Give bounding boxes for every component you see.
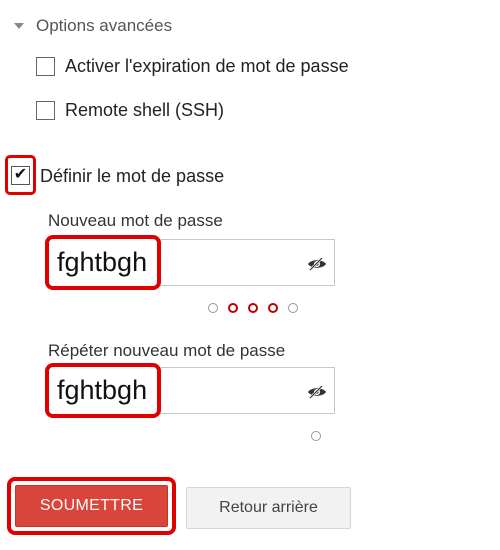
password-strength-meter	[208, 303, 298, 313]
caret-down-icon	[14, 23, 24, 29]
strength-dot	[268, 303, 278, 313]
define-password-checkbox[interactable]: ✔	[11, 165, 30, 185]
submit-button[interactable]: SOUMETTRE	[15, 485, 168, 527]
repeat-password-value: fghtbgh	[57, 375, 148, 405]
strength-dot	[288, 303, 298, 313]
strength-dot	[248, 303, 258, 313]
eye-slash-icon[interactable]	[307, 385, 327, 399]
password-expiration-label: Activer l'expiration de mot de passe	[65, 55, 349, 76]
remote-shell-label: Remote shell (SSH)	[65, 99, 225, 120]
repeat-match-indicator	[311, 431, 321, 441]
strength-dot	[228, 303, 238, 313]
remote-shell-option[interactable]: Remote shell (SSH)	[36, 97, 224, 123]
submit-button-highlight: SOUMETTRE	[7, 477, 176, 535]
repeat-password-label: Répéter nouveau mot de passe	[48, 341, 286, 360]
advanced-options-label: Options avancées	[36, 16, 173, 35]
new-password-label: Nouveau mot de passe	[48, 211, 223, 230]
strength-dot	[208, 303, 218, 313]
back-button[interactable]: Retour arrière	[186, 487, 351, 529]
password-expiration-checkbox[interactable]	[36, 56, 55, 76]
remote-shell-checkbox[interactable]	[36, 100, 55, 120]
password-expiration-option[interactable]: Activer l'expiration de mot de passe	[36, 53, 349, 79]
checkmark-icon: ✔	[13, 166, 28, 183]
repeat-password-value-highlight: fghtbgh	[45, 363, 161, 418]
new-password-value: fghtbgh	[57, 247, 148, 277]
define-password-highlight: ✔	[5, 155, 36, 195]
advanced-options-toggle[interactable]: Options avancées	[12, 14, 172, 38]
define-password-label: Définir le mot de passe	[40, 166, 225, 186]
new-password-value-highlight: fghtbgh	[45, 235, 161, 290]
eye-slash-icon[interactable]	[307, 257, 327, 271]
